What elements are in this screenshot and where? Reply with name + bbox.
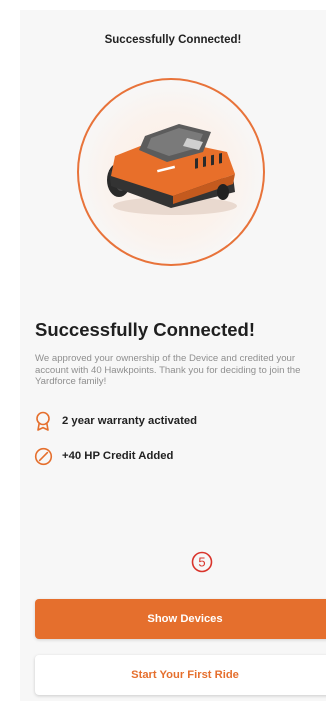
success-description: We approved your ownership of the Device… [35,353,301,387]
feature-credit: +40 HP Credit Added [33,446,173,466]
page-title: Successfully Connected! [104,34,242,46]
feature-warranty: 2 year warranty activated [33,411,197,431]
slash-circle-icon [33,446,53,466]
device-image-frame [77,78,265,266]
checkmark-icon [238,248,258,263]
robot-mower-image [107,124,237,215]
show-devices-button[interactable]: Show Devices [35,599,326,639]
success-heading: Successfully Connected! [35,319,256,340]
success-check-badge [224,232,263,264]
step-number: 5 [198,555,205,570]
feature-label: 2 year warranty activated [62,415,198,427]
award-icon [33,411,53,431]
feature-label: +40 HP Credit Added [62,450,174,462]
step-number-badge: 5 [191,551,213,573]
start-first-ride-button[interactable]: Start Your First Ride [35,655,326,695]
success-screen: Successfully Connected! Successfully Con… [20,10,326,701]
